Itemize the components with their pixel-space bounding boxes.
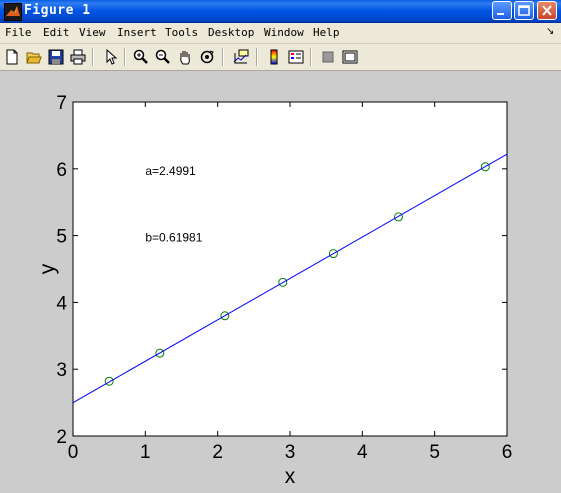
figure-toolbar xyxy=(0,44,561,71)
axes-box xyxy=(72,101,508,437)
matlab-logo-icon xyxy=(4,3,22,21)
x-tick-label: 4 xyxy=(357,442,368,463)
pan-hand-icon[interactable] xyxy=(175,47,195,67)
hide-plot-tools-icon[interactable] xyxy=(318,47,338,67)
toolbar-separator xyxy=(256,48,258,66)
y-axis-label: y xyxy=(36,263,59,274)
y-tick-label: 3 xyxy=(56,360,67,381)
x-tick-label: 0 xyxy=(68,442,79,463)
title-bar[interactable]: Figure 1 xyxy=(0,0,561,23)
minimize-button[interactable] xyxy=(492,1,512,20)
show-plot-tools-icon[interactable] xyxy=(340,47,360,67)
menu-edit[interactable]: Edit xyxy=(43,26,70,39)
rotate-3d-icon[interactable] xyxy=(197,47,217,67)
x-tick-label: 3 xyxy=(285,442,296,463)
menu-window[interactable]: Window xyxy=(264,26,304,39)
x-axis-label: x xyxy=(285,465,296,488)
menu-help[interactable]: Help xyxy=(313,26,340,39)
data-cursor-icon[interactable] xyxy=(231,47,251,67)
toolbar-separator xyxy=(124,48,126,66)
maximize-button[interactable] xyxy=(514,1,534,20)
x-tick-label: 1 xyxy=(140,442,151,463)
window-title: Figure 1 xyxy=(24,3,91,18)
edit-plot-arrow-icon[interactable] xyxy=(101,47,121,67)
x-tick-label: 2 xyxy=(212,442,223,463)
new-figure-icon[interactable] xyxy=(2,47,22,67)
plot-axes-svg[interactable]: 0 1 2 3 4 5 6 2 3 4 5 6 7 a=2.4991 b=0.61981 x y xyxy=(0,71,561,493)
menu-tools[interactable]: Tools xyxy=(165,26,198,39)
menu-view[interactable]: View xyxy=(79,26,106,39)
menu-file[interactable]: File xyxy=(5,26,32,39)
y-tick-label: 4 xyxy=(56,293,67,314)
save-icon[interactable] xyxy=(46,47,66,67)
x-tick-label: 6 xyxy=(502,442,513,463)
annotation-text: b=0.61981 xyxy=(145,231,202,245)
menu-overflow-arrow-icon[interactable]: ↘ xyxy=(546,26,554,37)
y-tick-label: 7 xyxy=(56,93,67,114)
menu-desktop[interactable]: Desktop xyxy=(208,26,254,39)
y-tick-label: 5 xyxy=(56,227,67,248)
x-tick-label: 5 xyxy=(429,442,440,463)
toolbar-separator xyxy=(310,48,312,66)
figure-canvas[interactable]: 0 1 2 3 4 5 6 2 3 4 5 6 7 a=2.4991 b=0.61981 x y xyxy=(0,71,561,493)
zoom-in-icon[interactable] xyxy=(131,47,151,67)
menu-bar: File Edit View Insert Tools Desktop Wind… xyxy=(0,23,561,44)
colorbar-icon[interactable] xyxy=(264,47,284,67)
y-tick-label: 2 xyxy=(56,427,67,448)
legend-icon[interactable] xyxy=(286,47,306,67)
menu-insert[interactable]: Insert xyxy=(117,26,157,39)
open-file-icon[interactable] xyxy=(24,47,44,67)
zoom-out-icon[interactable] xyxy=(153,47,173,67)
annotation-text: a=2.4991 xyxy=(145,164,196,178)
print-icon[interactable] xyxy=(68,47,88,67)
toolbar-separator xyxy=(92,48,94,66)
toolbar-separator xyxy=(222,48,224,66)
y-tick-label: 6 xyxy=(56,160,67,181)
close-button[interactable] xyxy=(537,1,557,20)
